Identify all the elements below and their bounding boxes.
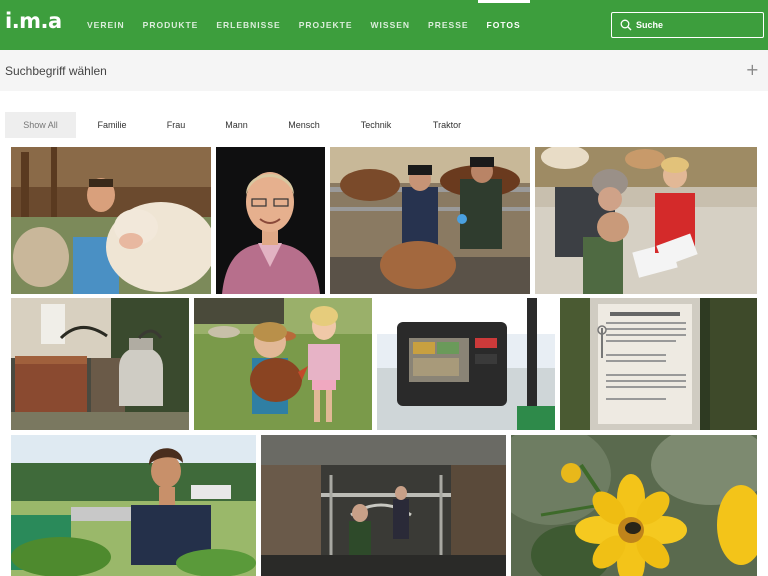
photo-milking-parlour[interactable] [261,435,506,576]
plus-icon[interactable]: + [746,60,759,79]
top-header: i.m.a VEREIN PRODUKTE ERLEBNISSE PROJEKT… [0,0,768,50]
photo-old-milk-cans[interactable] [11,298,189,430]
nav-item-produkte[interactable]: PRODUKTE [134,0,208,50]
photo-man-with-cow[interactable] [11,147,211,294]
filter-traktor[interactable]: Traktor [413,112,481,138]
photo-children-writing-in-cowshed[interactable] [535,147,757,294]
nav-item-presse[interactable]: PRESSE [419,0,478,50]
nav-item-fotos[interactable]: FOTOS [477,0,530,50]
photo-children-with-chicken[interactable] [194,298,372,430]
filter-frau[interactable]: Frau [148,112,204,138]
search-input[interactable] [636,16,756,34]
filter-mann[interactable]: Mann [204,112,269,138]
filter-familie[interactable]: Familie [76,112,148,138]
search-term-bar[interactable]: Suchbegriff wählen + [0,50,768,91]
nav-item-erlebnisse[interactable]: ERLEBNISSE [207,0,289,50]
search-box[interactable] [611,12,764,38]
nav-item-verein[interactable]: VEREIN [78,0,134,50]
filter-show-all[interactable]: Show All [5,112,76,138]
photo-young-man-in-field[interactable] [11,435,256,576]
main-nav: VEREIN PRODUKTE ERLEBNISSE PROJEKTE WISS… [78,0,530,50]
filter-technik[interactable]: Technik [339,112,413,138]
nav-item-wissen[interactable]: WISSEN [362,0,420,50]
photo-information-sign[interactable] [560,298,757,430]
search-term-label: Suchbegriff wählen [5,64,107,78]
photo-man-portrait[interactable] [216,147,325,294]
photo-tractor-display-terminal[interactable] [377,298,555,430]
logo[interactable]: i.m.a [5,9,62,33]
photo-farmers-with-calf[interactable] [330,147,530,294]
photo-yellow-flower-with-bee[interactable] [511,435,757,576]
search-icon [620,19,632,31]
nav-item-projekte[interactable]: PROJEKTE [290,0,362,50]
filter-mensch[interactable]: Mensch [269,112,339,138]
filter-tabs: Show All Familie Frau Mann Mensch Techni… [5,112,481,138]
